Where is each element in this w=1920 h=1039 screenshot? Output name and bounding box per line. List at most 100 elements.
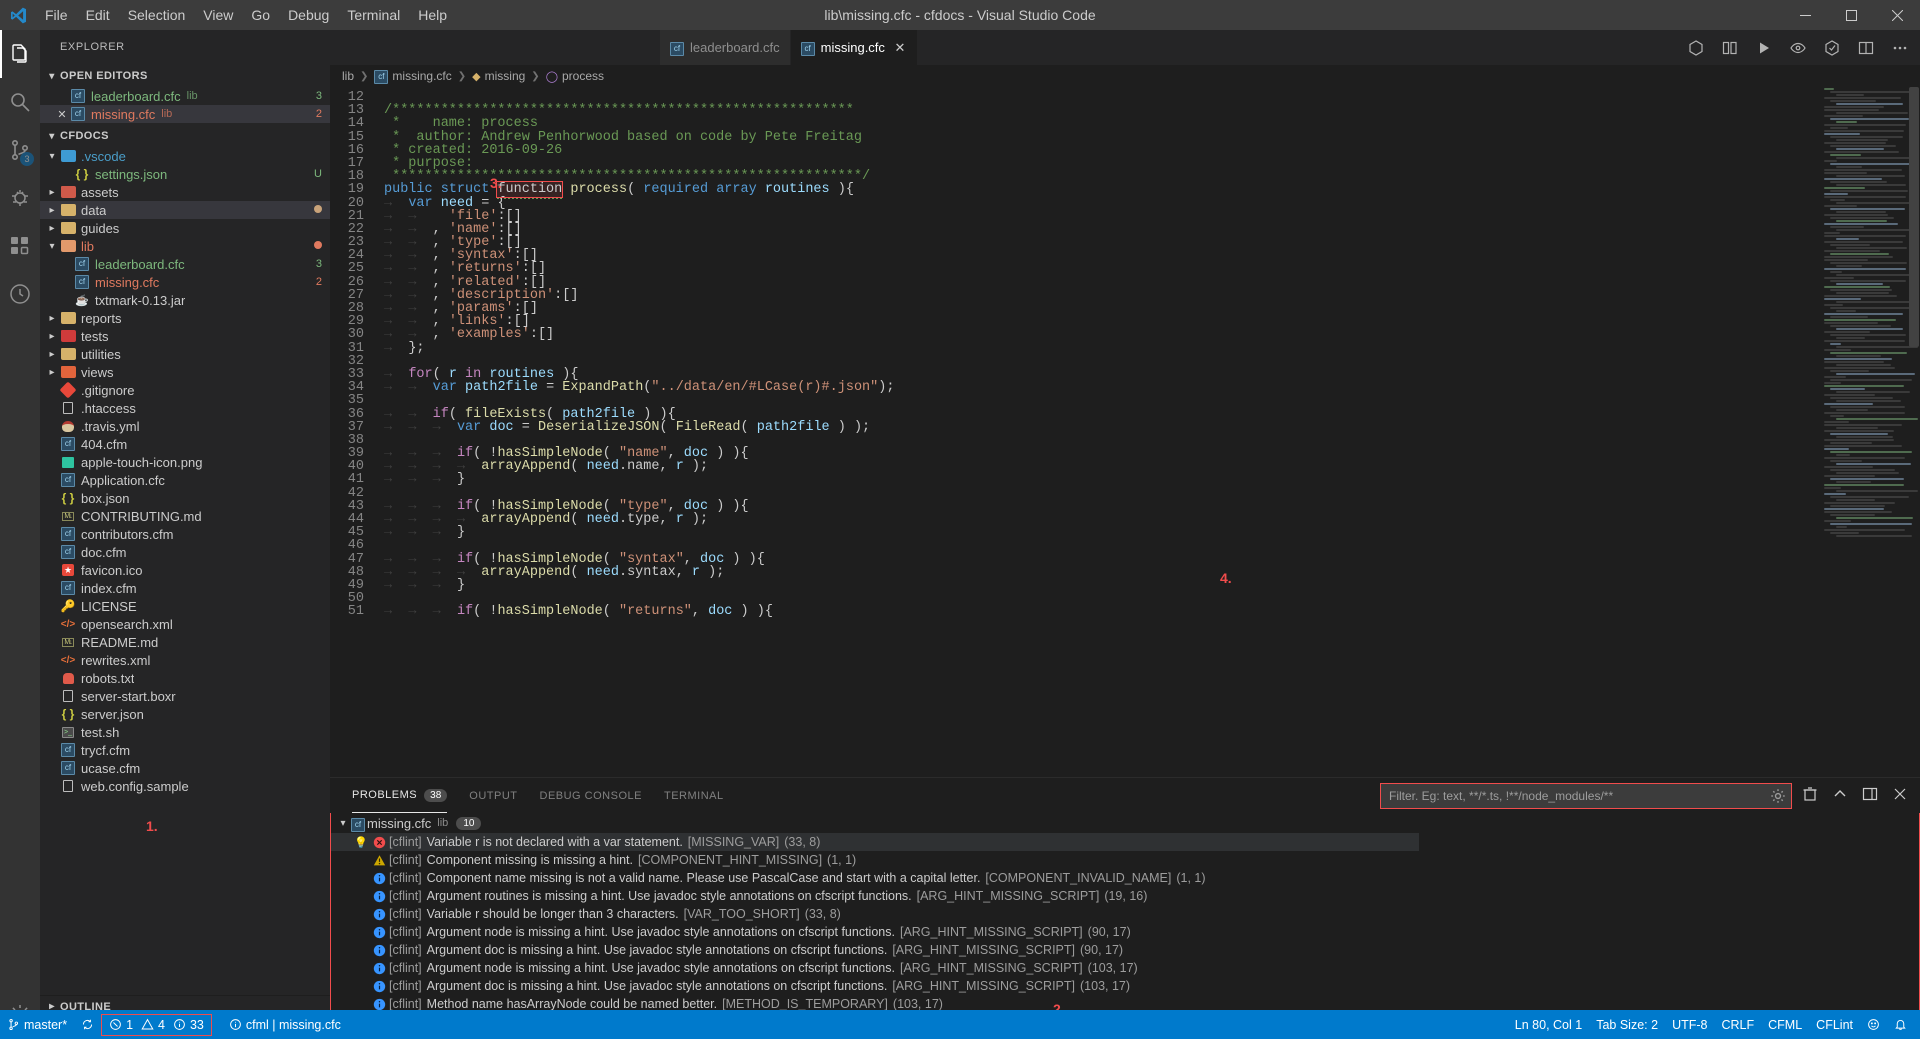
status-cursor-position[interactable]: Ln 80, Col 1 [1508,1014,1589,1036]
tree-item--travis-yml[interactable]: .travis.yml [40,417,330,435]
menu-go[interactable]: Go [242,0,279,30]
activity-debug[interactable] [0,174,40,222]
code-line[interactable]: → → , 'params':[] [384,302,1820,316]
tree-item-web-config-sample[interactable]: web.config.sample [40,777,330,795]
close-panel-icon[interactable] [1892,786,1908,806]
lint-icon[interactable] [1822,38,1842,58]
chevron-right-icon[interactable] [44,205,60,216]
code-line[interactable]: → → → → arrayAppend( need.type, r ); [384,513,1820,527]
tree-item-server-json[interactable]: { } server.json [40,705,330,723]
code-content[interactable]: /***************************************… [376,87,1820,777]
tree-item-box-json[interactable]: { } box.json [40,489,330,507]
chevron-right-icon[interactable] [44,331,60,342]
chevron-right-icon[interactable] [44,367,60,378]
code-line[interactable]: → → , 'syntax':[] [384,249,1820,263]
problem-row[interactable]: [cflint] Variable r should be longer than… [331,905,1419,923]
breadcrumb-item[interactable]: lib [342,69,354,83]
quick-fix-lightbulb-icon[interactable]: 💡 [353,835,369,849]
code-line[interactable]: → → → } [384,473,1820,487]
tree-item-robots-txt[interactable]: robots.txt [40,669,330,687]
code-line[interactable]: → → , 'type':[] [384,236,1820,250]
tree-item-tests[interactable]: tests [40,327,330,345]
activity-explorer[interactable] [0,30,40,78]
open-changes-icon[interactable] [1720,38,1740,58]
code-line[interactable] [384,355,1820,368]
tree-item-assets[interactable]: assets [40,183,330,201]
chevron-down-icon[interactable] [335,818,351,829]
panel-actions[interactable] [1802,786,1908,806]
menu-selection[interactable]: Selection [119,0,195,30]
breadcrumb-item[interactable]: cf missing.cfc [374,68,452,84]
tree-item-index-cfm[interactable]: cf index.cfm [40,579,330,597]
problems-file-group[interactable]: cfmissing.cfc lib 10 [331,813,1419,833]
editor-tabs[interactable]: cf leaderboard.cfc cf missing.cfc ✕ [330,30,1920,65]
tree-item-guides[interactable]: guides [40,219,330,237]
problem-row[interactable]: [cflint] Argument node is missing a hint.… [331,923,1419,941]
code-line[interactable]: → → , 'examples':[] [384,328,1820,342]
code-line[interactable]: * created: 2016-09-26 [384,144,1820,158]
tree-item--htaccess[interactable]: .htaccess [40,399,330,417]
code-editor[interactable]: 12 13 14 15 16 17 18 19 20 21 22 23 24 25 26 27 28 29 30 31… [330,87,1920,777]
tree-item-apple-touch-icon-png[interactable]: apple-touch-icon.png [40,453,330,471]
chevron-right-icon[interactable] [44,349,60,360]
breadcrumb-item[interactable]: ◆ missing [472,69,525,83]
code-line[interactable]: → → var path2file = ExpandPath("../data/… [384,381,1820,395]
status-eol[interactable]: CRLF [1714,1014,1761,1036]
tree-item-leaderboard-cfc[interactable]: cf leaderboard.cfc 3 [40,255,330,273]
menu-bar[interactable]: File Edit Selection View Go Debug Termin… [36,0,456,30]
tree-item-opensearch-xml[interactable]: </> opensearch.xml [40,615,330,633]
maximize-panel-icon[interactable] [1832,786,1848,806]
open-editors-header[interactable]: OPEN EDITORS [40,65,330,87]
tree-item-application-cfc[interactable]: cf Application.cfc [40,471,330,489]
tree-item-data[interactable]: data [40,201,330,219]
tree-item-license[interactable]: 🔑 LICENSE [40,597,330,615]
problem-row[interactable]: [cflint] Argument doc is missing a hint. … [331,977,1419,995]
activity-search[interactable] [0,78,40,126]
maximize-icon[interactable] [1828,0,1874,30]
tree-item-trycf-cfm[interactable]: cf trycf.cfm [40,741,330,759]
tab-terminal[interactable]: TERMINAL [664,778,724,813]
minimap-slider[interactable] [1909,87,1919,347]
tree-item-favicon-ico[interactable]: ★ favicon.ico [40,561,330,579]
problems-filter[interactable]: Filter. Eg: text, **/*.ts, !**/node_modu… [1380,782,1792,809]
code-line[interactable]: public struct function process( required… [384,181,1820,200]
status-notifications-bell-icon[interactable] [1887,1014,1914,1036]
code-line[interactable]: → → → if( !hasSimpleNode( "returns", doc… [384,605,1820,619]
breadcrumb-item[interactable]: ◯ process [546,69,604,83]
status-problems[interactable]: 1 4 33 [101,1013,212,1036]
panel-right-controls[interactable]: Filter. Eg: text, **/*.ts, !**/node_modu… [1380,782,1920,809]
problem-row[interactable]: [cflint] Component name missing is not a … [331,869,1419,887]
code-line[interactable]: * author: Andrew Penhorwood based on cod… [384,130,1820,144]
status-tab-size[interactable]: Tab Size: 2 [1589,1014,1665,1036]
tree-item--vscode[interactable]: .vscode [40,147,330,165]
code-line[interactable]: → → , 'links':[] [384,315,1820,329]
open-in-editor-icon[interactable] [1862,786,1878,806]
tree-item-doc-cfm[interactable]: cf doc.cfm [40,543,330,561]
problems-list[interactable]: cfmissing.cfc lib 10 💡 [cflint] Variable r is… [330,813,1920,1039]
code-line[interactable]: → → , 'description':[] [384,288,1820,302]
code-line[interactable]: → → → var doc = DeserializeJSON( FileRea… [384,420,1820,434]
tree-item-txtmark-0-13-jar[interactable]: ☕ txtmark-0.13.jar [40,291,330,309]
status-feedback-smiley-icon[interactable] [1860,1014,1887,1036]
tree-item-readme-md[interactable]: M↓ README.md [40,633,330,651]
menu-file[interactable]: File [36,0,77,30]
code-line[interactable]: /***************************************… [384,104,1820,118]
code-line[interactable]: → → , 'returns':[] [384,262,1820,276]
split-editor-icon[interactable] [1856,38,1876,58]
tree-item--gitignore[interactable]: .gitignore [40,381,330,399]
problem-row[interactable]: 💡 [cflint] Variable r is not declared with… [331,833,1419,851]
code-line[interactable]: → → , 'name':[] [384,223,1820,237]
menu-edit[interactable]: Edit [77,0,119,30]
window-controls[interactable] [1782,0,1920,30]
code-line[interactable]: → → , 'related':[] [384,275,1820,289]
status-bar[interactable]: master* 1 4 33 cfml | missing.cfc Ln 80,… [0,1010,1920,1039]
menu-terminal[interactable]: Terminal [338,0,409,30]
chevron-down-icon[interactable] [44,241,60,252]
problem-row[interactable]: [cflint] Component missing is missing a h… [331,851,1419,869]
status-cflint[interactable]: cfml | missing.cfc [222,1014,348,1036]
tree-item-ucase-cfm[interactable]: cf ucase.cfm [40,759,330,777]
tree-item-settings-json[interactable]: { } settings.json U [40,165,330,183]
activity-source-control[interactable]: 3 [0,126,40,174]
status-language-mode[interactable]: CFML [1761,1014,1809,1036]
chevron-right-icon[interactable] [44,313,60,324]
